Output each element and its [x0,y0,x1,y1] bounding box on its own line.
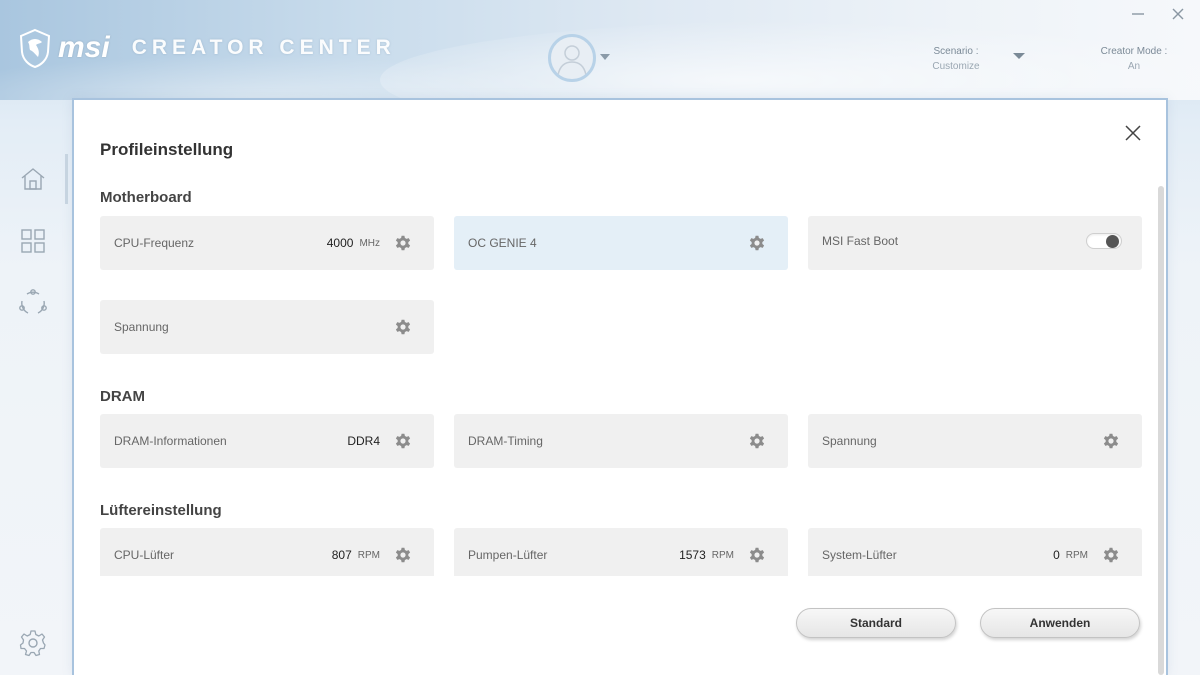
pump-fan-unit: RPM [711,550,734,561]
avatar-dropdown-caret-icon[interactable] [600,54,610,60]
system-fan-label: System-Lüfter [822,548,897,562]
section-title-dram: DRAM [100,388,145,405]
card-dram-voltage: Spannung [808,414,1142,468]
cpu-frequency-unit: MHz [359,237,380,249]
minimize-window-icon[interactable] [1130,6,1146,22]
gear-icon[interactable] [394,318,412,336]
cpu-frequency-value: 4000 [326,236,354,250]
gear-icon[interactable] [1102,546,1120,564]
dram-voltage-label: Spannung [822,434,877,448]
cpu-fan-value: 807 [331,548,352,562]
app-logo: msi CREATOR CENTER [18,28,396,68]
motherboard-voltage-label: Spannung [114,320,169,334]
card-dram-info: DRAM-Informationen DDR4 [100,414,434,468]
gear-icon[interactable] [748,432,766,450]
section-title-fan: Lüftereinstellung [100,502,222,519]
standard-button[interactable]: Standard [796,608,956,638]
apply-button[interactable]: Anwenden [980,608,1140,638]
creator-mode-label: Creator Mode : [1100,46,1168,57]
cpu-fan-unit: RPM [357,550,380,561]
card-system-fan: System-Lüfter 0 RPM [808,528,1142,576]
msi-dragon-icon [19,28,51,68]
sidebar-item-apps[interactable] [12,220,54,262]
dialog-title: Profileinstellung [100,140,234,159]
product-name: CREATOR CENTER [131,36,396,59]
gear-icon[interactable] [394,432,412,450]
grid-icon [21,229,45,253]
scenario-selector[interactable]: Scenario : Customize [920,46,992,72]
gear-icon[interactable] [748,234,766,252]
pump-fan-value: 1573 [679,548,706,562]
card-dram-timing: DRAM-Timing [454,414,788,468]
card-cpu-fan: CPU-Lüfter 807 RPM [100,528,434,576]
close-window-icon[interactable] [1170,6,1186,22]
scenario-label: Scenario : [933,46,979,57]
gear-icon[interactable] [394,234,412,252]
system-fan-unit: RPM [1065,550,1088,561]
profile-settings-dialog: Profileinstellung Motherboard CPU-Freque… [72,98,1168,675]
section-title-motherboard: Motherboard [100,189,192,206]
creator-mode-value: An [1127,61,1141,72]
dram-info-value: DDR4 [347,434,380,448]
sync-icon [19,289,47,314]
sidebar-item-sync[interactable] [12,282,54,324]
gear-icon[interactable] [394,546,412,564]
cpu-frequency-label: CPU-Frequenz [114,236,195,250]
oc-genie-label: OC GENIE 4 [468,236,537,250]
system-fan-value: 0 [1053,548,1060,562]
brand-name: msi [58,31,110,64]
sidebar-item-settings[interactable] [12,622,54,664]
card-cpu-frequency: CPU-Frequenz 4000 MHz [100,216,434,270]
card-msi-fast-boot: MSI Fast Boot [808,216,1142,270]
gear-icon[interactable] [748,546,766,564]
app-header: msi CREATOR CENTER Scenario : Customize … [0,0,1200,100]
settings-gear-icon [19,630,46,657]
dram-info-label: DRAM-Informationen [114,434,227,448]
card-motherboard-voltage: Spannung [100,300,434,354]
fast-boot-label: MSI Fast Boot [822,234,899,248]
close-dialog-icon[interactable] [1124,124,1142,142]
gear-icon[interactable] [1102,432,1120,450]
cpu-fan-label: CPU-Lüfter [114,548,175,562]
fast-boot-toggle[interactable] [1086,233,1122,249]
creator-mode-status: Creator Mode : An [1098,46,1170,72]
dram-timing-label: DRAM-Timing [468,434,543,448]
user-icon [557,45,587,76]
dialog-scrollbar[interactable] [1158,186,1164,675]
card-pump-fan: Pumpen-Lüfter 1573 RPM [454,528,788,576]
scenario-dropdown-caret-icon[interactable] [1013,53,1025,59]
card-oc-genie: OC GENIE 4 [454,216,788,270]
sidebar [0,100,70,675]
scenario-value: Customize [932,61,980,72]
sidebar-item-home[interactable] [12,154,68,204]
pump-fan-label: Pumpen-Lüfter [468,548,548,562]
home-icon [21,168,45,190]
user-avatar[interactable] [548,34,596,82]
